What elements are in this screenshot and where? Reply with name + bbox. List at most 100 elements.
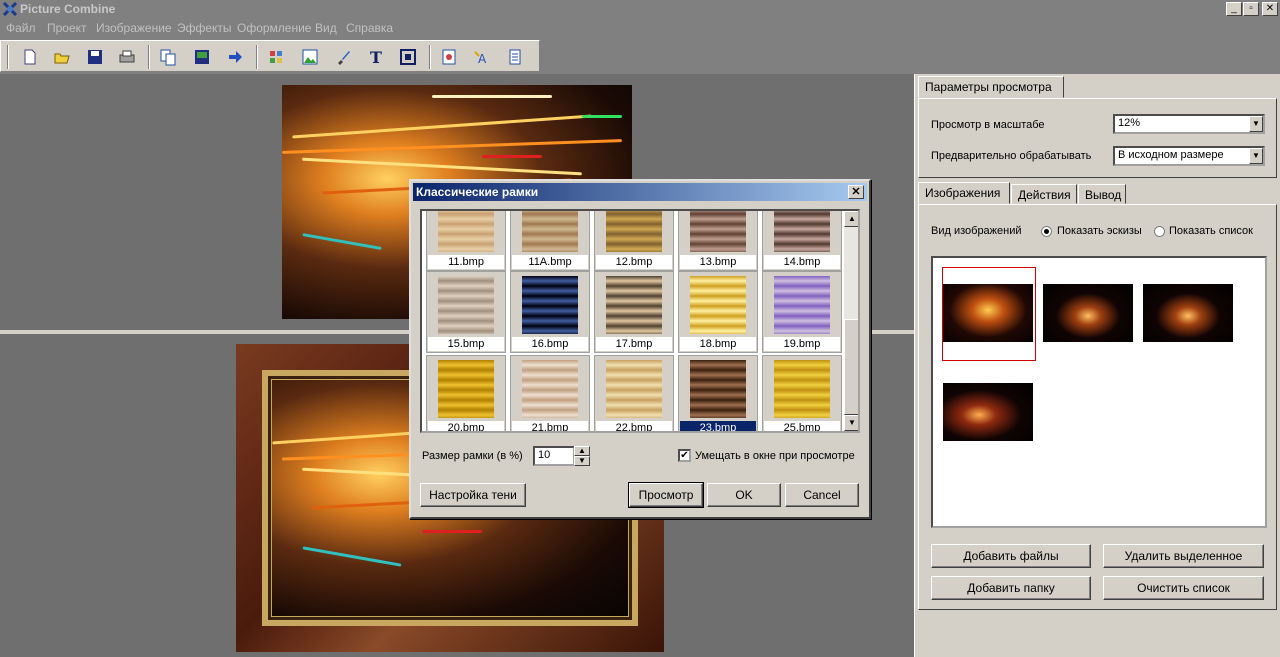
frame-cell[interactable]: 19.bmp <box>762 271 842 353</box>
preprocess-label: Предварительно обрабатывать <box>931 150 1092 162</box>
preprocess-select[interactable]: В исходном размере ▼ <box>1113 146 1265 166</box>
frame-cell[interactable]: 21.bmp <box>510 355 590 431</box>
image-thumbnails-list[interactable] <box>931 256 1267 528</box>
minimize-button[interactable]: _ <box>1226 2 1242 16</box>
font-icon[interactable]: A <box>473 48 491 66</box>
menu-project[interactable]: Проект <box>47 21 87 35</box>
thumbs-radio[interactable] <box>1041 226 1052 237</box>
svg-text:A: A <box>478 52 487 66</box>
frame-name: 13.bmp <box>680 255 756 269</box>
frame-cell[interactable]: 11.bmp <box>426 211 506 271</box>
zoom-select[interactable]: 12% ▼ <box>1113 114 1265 134</box>
scroll-up-icon[interactable]: ▲ <box>844 211 858 227</box>
menu-image[interactable]: Изображение <box>96 21 172 35</box>
frame-cell[interactable]: 18.bmp <box>678 271 758 353</box>
menu-effects[interactable]: Эффекты <box>177 21 232 35</box>
print-icon[interactable] <box>118 48 136 66</box>
brush-icon[interactable] <box>334 48 352 66</box>
clear-list-button[interactable]: Очистить список <box>1103 576 1264 600</box>
fit-checkbox[interactable]: ✔ <box>678 449 691 462</box>
thumbnail[interactable] <box>943 284 1033 342</box>
fit-checkbox-label[interactable]: Умещать в окне при просмотре <box>695 450 855 462</box>
menu-design[interactable]: Оформление <box>237 21 311 35</box>
frame-cell[interactable]: 20.bmp <box>426 355 506 431</box>
maximize-button[interactable]: ▫ <box>1243 2 1259 16</box>
title-bar: Picture Combine _ ▫ ✕ <box>0 0 1280 18</box>
frame-cell[interactable]: 16.bmp <box>510 271 590 353</box>
page-icon[interactable] <box>506 48 524 66</box>
thumbnail[interactable] <box>1043 284 1133 342</box>
tab-actions[interactable]: Действия <box>1011 184 1077 204</box>
add-files-button[interactable]: Добавить файлы <box>931 544 1091 568</box>
view-mode-label: Вид изображений <box>931 225 1022 237</box>
ok-button[interactable]: OK <box>707 483 781 507</box>
thumbs-radio-label[interactable]: Показать эскизы <box>1057 225 1142 237</box>
frame-name: 22.bmp <box>596 421 672 431</box>
save-icon[interactable] <box>86 48 104 66</box>
frame-cell[interactable]: 13.bmp <box>678 211 758 271</box>
frame-thumbnail <box>438 211 494 252</box>
new-icon[interactable] <box>21 48 39 66</box>
frame-name: 16.bmp <box>512 337 588 351</box>
text-icon[interactable]: T <box>367 48 385 66</box>
frame-thumbnail <box>522 276 578 334</box>
zoom-value: 12% <box>1118 117 1141 129</box>
frame-cell[interactable]: 11A.bmp <box>510 211 590 271</box>
close-button[interactable]: ✕ <box>1262 2 1278 16</box>
frame-name: 14.bmp <box>764 255 840 269</box>
spin-down-icon[interactable]: ▼ <box>574 456 590 466</box>
frame-icon[interactable] <box>399 48 417 66</box>
spin-up-icon[interactable]: ▲ <box>574 446 590 456</box>
arrow-icon[interactable] <box>226 48 244 66</box>
list-radio-label[interactable]: Показать список <box>1169 225 1253 237</box>
tab-images[interactable]: Изображения <box>918 182 1010 204</box>
frame-name: 18.bmp <box>680 337 756 351</box>
frame-size-label: Размер рамки (в %) <box>422 450 523 462</box>
frame-gallery[interactable]: 11.bmp 11A.bmp 12.bmp 13.bmp 14.bmp 15.bmp 16.… <box>420 209 860 433</box>
frame-size-input[interactable]: 10 <box>533 446 575 466</box>
delete-selected-button[interactable]: Удалить выделенное <box>1103 544 1264 568</box>
frame-name: 15.bmp <box>428 337 504 351</box>
frame-cell[interactable]: 23.bmp <box>678 355 758 431</box>
chevron-down-icon[interactable]: ▼ <box>1249 148 1263 164</box>
menu-help[interactable]: Справка <box>346 21 393 35</box>
preview-button[interactable]: Просмотр <box>628 482 704 508</box>
tab-output[interactable]: Вывод <box>1078 184 1126 204</box>
shadow-settings-button[interactable]: Настройка тени <box>420 483 526 507</box>
menu-view[interactable]: Вид <box>315 21 337 35</box>
frame-thumbnail <box>606 276 662 334</box>
cancel-button[interactable]: Cancel <box>785 483 859 507</box>
thumbnail[interactable] <box>1143 284 1233 342</box>
tab-view-params[interactable]: Параметры просмотра <box>918 76 1064 98</box>
frame-cell[interactable]: 25.bmp <box>762 355 842 431</box>
frame-cell[interactable]: 17.bmp <box>594 271 674 353</box>
scroll-down-icon[interactable]: ▼ <box>844 415 858 431</box>
list-radio[interactable] <box>1154 226 1165 237</box>
add-folder-button[interactable]: Добавить папку <box>931 576 1091 600</box>
chevron-down-icon[interactable]: ▼ <box>1249 116 1263 132</box>
frame-cell[interactable]: 12.bmp <box>594 211 674 271</box>
frame-cell[interactable]: 15.bmp <box>426 271 506 353</box>
window-title: Picture Combine <box>20 2 116 16</box>
preprocess-value: В исходном размере <box>1118 149 1224 161</box>
app-logo-icon <box>3 2 17 16</box>
image-icon[interactable] <box>301 48 319 66</box>
layout-icon[interactable] <box>267 48 285 66</box>
open-icon[interactable] <box>53 48 71 66</box>
menu-file[interactable]: Файл <box>6 21 36 35</box>
scroll-thumb[interactable] <box>844 319 858 415</box>
gallery-scrollbar[interactable]: ▲ ▼ <box>844 211 858 431</box>
save-image-icon[interactable] <box>193 48 211 66</box>
frame-name: 23.bmp <box>680 421 756 431</box>
frame-cell[interactable]: 14.bmp <box>762 211 842 271</box>
frame-cell[interactable]: 22.bmp <box>594 355 674 431</box>
thumbnail[interactable] <box>943 383 1033 441</box>
copy-icon[interactable] <box>159 48 177 66</box>
frame-name: 17.bmp <box>596 337 672 351</box>
frame-thumbnail <box>690 276 746 334</box>
toolbar: T A <box>0 38 1280 74</box>
close-icon[interactable]: ✕ <box>848 185 864 199</box>
frame-thumbnail <box>606 360 662 418</box>
effect-icon[interactable] <box>440 48 458 66</box>
frame-name: 11.bmp <box>428 255 504 269</box>
